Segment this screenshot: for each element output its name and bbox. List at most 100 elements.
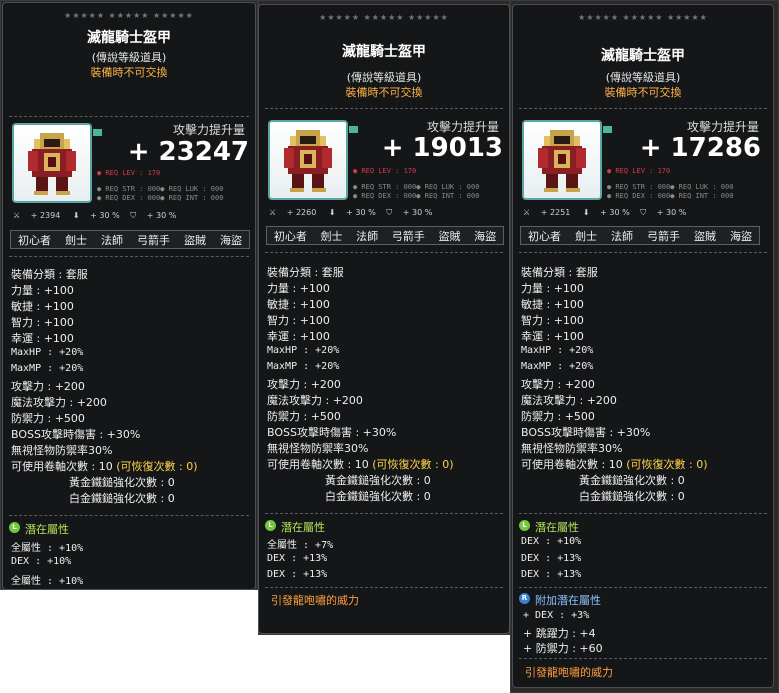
additional-potential-line: + 防禦力 : +60: [523, 642, 603, 655]
job-thief: 盜賊: [438, 229, 461, 243]
item-grade: (傳說等級道具): [346, 71, 422, 84]
divider: [9, 256, 249, 257]
potential-title: 潛在屬性: [535, 521, 579, 534]
potential-line: DEX : +10%: [521, 536, 582, 547]
req-level: ● REQ LEV : 170: [353, 167, 417, 175]
potential-grade-icon: L: [265, 520, 276, 531]
item-title: 滅龍騎士盔甲: [87, 30, 171, 46]
gold-hammer-count: 黃金鐵鎚強化次數 : 0: [579, 474, 685, 487]
stat-line: 裝備分類 : 套服: [267, 266, 344, 279]
upgrade-slots-text: 可使用卷軸次數 : 10: [11, 460, 113, 473]
gold-hammer-count: 黃金鐵鎚強化次數 : 0: [325, 474, 431, 487]
restore-count: (可恢復次數 : 0): [626, 458, 708, 471]
potential-line: DEX : +13%: [521, 553, 582, 564]
stat-line: BOSS攻擊時傷害 : +30%: [11, 428, 141, 441]
req-dex-int: ● REQ DEX : 000● REQ INT : 000: [607, 192, 734, 200]
divider: [519, 513, 767, 514]
set-effect-text: 引發龍咆嘯的威力: [525, 666, 613, 679]
job-beginner: 初心者: [273, 229, 307, 243]
upgrade-slots-text: 可使用卷軸次數 : 10: [267, 458, 369, 471]
item-icon: [12, 123, 92, 203]
attack-increase-value: + 17286: [639, 133, 761, 163]
req-level: ● REQ LEV : 170: [607, 167, 671, 175]
boss-icon: ⬇: [72, 211, 80, 220]
divider: [519, 108, 767, 109]
stat-line: 防禦力 : +500: [521, 410, 595, 423]
platinum-hammer-count: 白金鐵鎚強化次數 : 0: [579, 490, 685, 503]
req-str-luk: ● REQ STR : 000● REQ LUK : 000: [97, 185, 224, 193]
item-tag-icon: [603, 126, 612, 133]
job-thief: 盜賊: [184, 233, 206, 247]
item-tag-icon: [349, 126, 358, 133]
stat-line: 魔法攻擊力 : +200: [267, 394, 363, 407]
stat-line: 裝備分類 : 套服: [11, 268, 88, 281]
upgrade-slots: 可使用卷軸次數 : 10 (可恢復次數 : 0): [267, 456, 453, 472]
stat-line: 幸運 : +100: [267, 330, 330, 343]
req-str-luk: ● REQ STR : 000● REQ LUK : 000: [353, 183, 480, 191]
job-pirate: 海盜: [730, 229, 752, 243]
platinum-hammer-count: 白金鐵鎚強化次數 : 0: [69, 492, 175, 505]
attack-increase-value: + 19013: [381, 133, 503, 163]
summary-stats: ⚔ + 2394 ⬇ + 30 % ⛉ + 30 %: [13, 211, 176, 221]
item-grade: (傳說等級道具): [605, 71, 681, 84]
job-requirement-bar: 初心者 劍士 法師 弓箭手 盜賊 海盜: [520, 226, 760, 245]
additional-potential-line: + 跳躍力 : +4: [523, 627, 596, 640]
summary-stats: ⚔ + 2260 ⬇ + 30 % ⛉ + 30 %: [269, 208, 432, 218]
stat-line: 幸運 : +100: [521, 330, 584, 343]
divider: [519, 658, 767, 659]
req-dex-int: ● REQ DEX : 000● REQ INT : 000: [353, 192, 480, 200]
divider: [519, 252, 767, 253]
stat-line: 力量 : +100: [521, 282, 584, 295]
job-magician: 法師: [101, 233, 123, 247]
star-force-stars: ★★★★★ ★★★★★ ★★★★★: [319, 13, 449, 22]
item-icon: [268, 120, 348, 200]
upgrade-slots: 可使用卷軸次數 : 10 (可恢復次數 : 0): [521, 456, 707, 472]
stat-line: 裝備分類 : 套服: [521, 266, 598, 279]
platinum-hammer-count: 白金鐵鎚強化次數 : 0: [325, 490, 431, 503]
stat-line: 幸運 : +100: [11, 332, 74, 345]
item-title: 滅龍騎士盔甲: [601, 48, 685, 64]
stat-line: 力量 : +100: [267, 282, 330, 295]
potential-line: DEX : +10%: [11, 556, 72, 567]
stat-line: MaxMP : +20%: [521, 361, 594, 372]
set-effect-text: 引發龍咆嘯的威力: [271, 594, 359, 607]
potential-grade-icon: L: [519, 520, 530, 531]
shield-icon: ⛉: [130, 211, 137, 220]
sword-icon: ⚔: [13, 211, 21, 220]
summary-stats: ⚔ + 2251 ⬇ + 30 % ⛉ + 30 %: [523, 208, 686, 218]
summary-stat-b: + 30 %: [600, 208, 630, 217]
job-requirement-bar: 初心者 劍士 法師 弓箭手 盜賊 海盜: [10, 230, 250, 249]
boss-icon: ⬇: [328, 208, 336, 217]
potential-line: DEX : +13%: [267, 553, 328, 564]
summary-stat-c: + 30 %: [146, 211, 177, 220]
potential-line: 全屬性 : +7%: [267, 540, 334, 551]
stat-line: 敏捷 : +100: [11, 300, 74, 313]
job-bowman: 弓箭手: [391, 229, 425, 243]
stat-line: 防禦力 : +500: [267, 410, 341, 423]
stat-line: 力量 : +100: [11, 284, 74, 297]
item-tooltip-3: ★★★★★ ★★★★★ ★★★★★ 滅龍騎士盔甲 (傳說等級道具) 裝備時不可交…: [512, 4, 774, 688]
shield-icon: ⛉: [386, 208, 393, 217]
divider: [9, 515, 249, 516]
stat-line: 無視怪物防禦率30%: [521, 442, 623, 455]
summary-stat-a: + 2394: [30, 211, 61, 220]
job-thief: 盜賊: [694, 229, 716, 243]
summary-stat-c: + 30 %: [656, 208, 687, 217]
summary-stat-b: + 30 %: [346, 208, 376, 217]
gold-hammer-count: 黃金鐵鎚強化次數 : 0: [69, 476, 175, 489]
stat-line: 無視怪物防禦率30%: [267, 442, 369, 455]
untradeable-notice: 裝備時不可交換: [604, 86, 682, 99]
stat-line: 攻擊力 : +200: [521, 378, 595, 391]
req-str-luk: ● REQ STR : 000● REQ LUK : 000: [607, 183, 734, 191]
stat-line: BOSS攻擊時傷害 : +30%: [267, 426, 397, 439]
stat-line: BOSS攻擊時傷害 : +30%: [521, 426, 651, 439]
additional-potential-grade-icon: R: [519, 593, 530, 604]
job-pirate: 海盜: [220, 233, 242, 247]
job-magician: 法師: [356, 229, 379, 243]
item-grade: (傳說等級道具): [91, 51, 167, 64]
restore-count: (可恢復次數 : 0): [116, 460, 198, 473]
additional-potential-line: + DEX : +3%: [523, 610, 590, 621]
divider: [265, 252, 503, 253]
upgrade-slots-text: 可使用卷軸次數 : 10: [521, 458, 623, 471]
divider: [265, 108, 503, 109]
